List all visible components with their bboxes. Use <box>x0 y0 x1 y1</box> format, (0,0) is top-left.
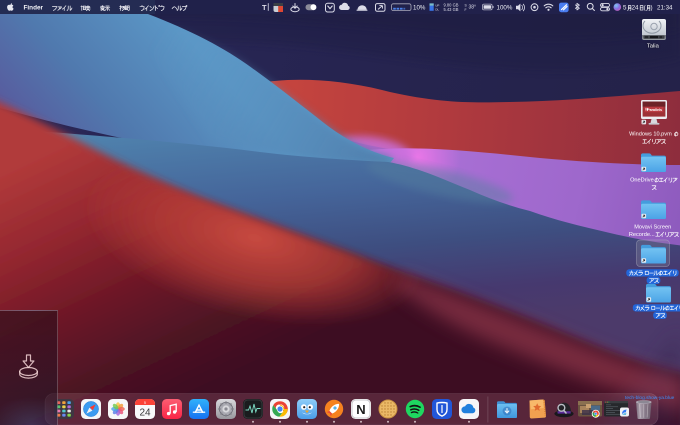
svg-text:Movavi Screen: Movavi Screen <box>634 225 671 231</box>
svg-text:Parallels: Parallels <box>647 108 662 112</box>
svg-text:Recorde...: Recorde... <box>629 232 655 238</box>
svg-text:10%: 10% <box>413 5 426 12</box>
svg-text:Finder: Finder <box>24 5 44 12</box>
svg-text:100%: 100% <box>497 5 513 12</box>
svg-text:T: T <box>262 3 267 12</box>
svg-text:21:34: 21:34 <box>657 5 673 12</box>
svg-text:24: 24 <box>632 5 639 12</box>
svg-text:5: 5 <box>144 401 146 405</box>
svg-text:24: 24 <box>139 408 151 419</box>
svg-text:Talia: Talia <box>647 44 660 50</box>
svg-text:DL: DL <box>435 8 439 12</box>
svg-text:OneDrive: OneDrive <box>630 178 654 184</box>
svg-text:5: 5 <box>623 5 627 12</box>
svg-text:): ) <box>651 5 653 12</box>
svg-text:5.43 GB: 5.43 GB <box>443 7 458 12</box>
svg-text:38°: 38° <box>469 5 477 11</box>
svg-text:tech-blog.show-ya.blue: tech-blog.show-ya.blue <box>625 395 675 401</box>
svg-text:F: F <box>465 8 467 12</box>
svg-text:Windows 10.pvm: Windows 10.pvm <box>629 132 672 138</box>
svg-text:N: N <box>356 402 365 417</box>
